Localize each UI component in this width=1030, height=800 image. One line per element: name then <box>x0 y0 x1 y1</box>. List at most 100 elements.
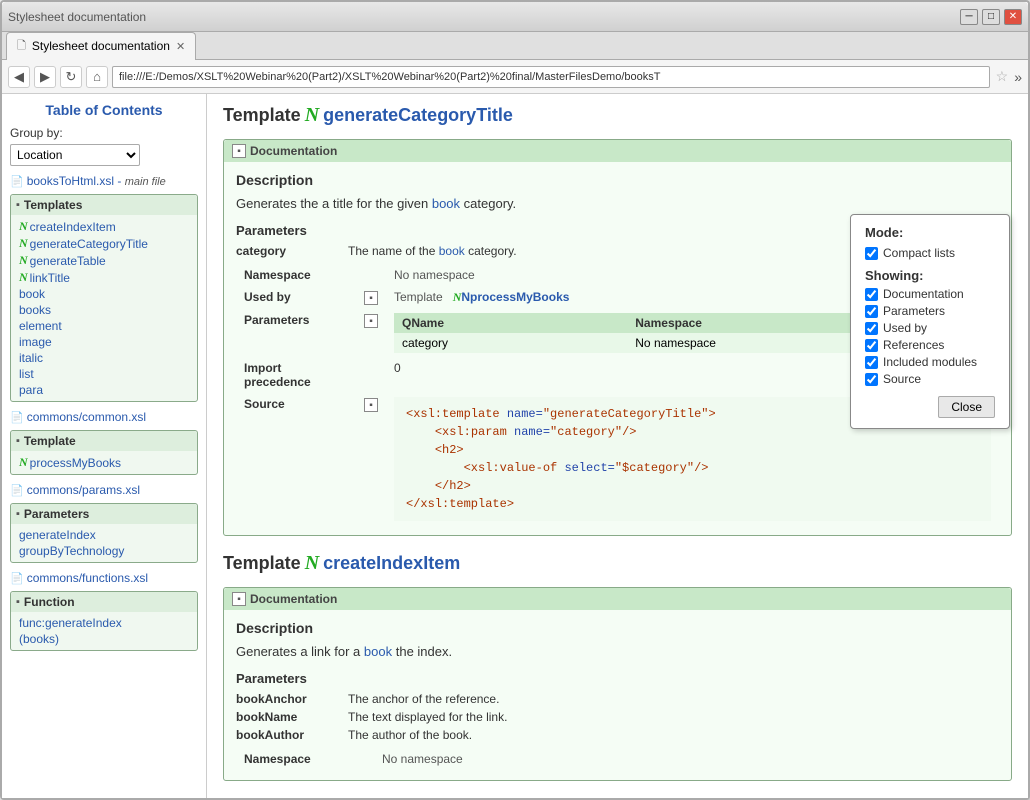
template2-collapse-icon[interactable]: ▪ <box>232 592 246 606</box>
home-button[interactable]: ⌂ <box>86 66 108 88</box>
sidebar-item-func-generateindex[interactable]: func:generateIndex <box>19 615 189 631</box>
sidebar-item-books[interactable]: books <box>19 302 189 318</box>
template2-N-badge: N <box>305 552 319 575</box>
back-button[interactable]: ◀ <box>8 66 30 88</box>
sidebar-item-generateindex[interactable]: generateIndex <box>19 527 189 543</box>
usedby-checkbox[interactable] <box>865 322 878 335</box>
browser-tab[interactable]: 🗋 Stylesheet documentation ✕ <box>6 32 196 60</box>
parameters-label: Parameters <box>883 304 945 318</box>
function-section-header[interactable]: ▪ Function <box>11 592 197 612</box>
template2-title-text: Template <box>223 553 301 574</box>
sidebar-item-groupbytechnology[interactable]: groupByTechnology <box>19 543 189 559</box>
includedmodules-checkbox[interactable] <box>865 356 878 369</box>
compact-lists-checkbox[interactable] <box>865 247 878 260</box>
template1-book-link2[interactable]: book <box>439 244 465 258</box>
file-link-functions[interactable]: commons/functions.xsl <box>27 571 148 585</box>
sidebar-item-list[interactable]: list <box>19 366 189 382</box>
templates-section-header[interactable]: ▪ Templates <box>11 195 197 215</box>
template1-N-badge: N <box>305 104 319 127</box>
minimize-button[interactable]: ─ <box>960 9 978 25</box>
group-by-select[interactable]: Location Name Type <box>10 144 140 166</box>
template2-param-bookname-desc: The text displayed for the link. <box>348 710 507 724</box>
function-section-content: func:generateIndex (books) <box>11 612 197 650</box>
used-by-collapse-icon[interactable]: ▪ <box>364 291 378 305</box>
file-link-common[interactable]: commons/common.xsl <box>27 410 146 424</box>
title-bar: Stylesheet documentation ─ □ ✕ <box>2 2 1028 32</box>
usedby-label: Used by <box>883 321 927 335</box>
refresh-button[interactable]: ↻ <box>60 66 82 88</box>
template2-name[interactable]: createIndexItem <box>323 553 460 574</box>
template2-title: Template N createIndexItem <box>223 552 1012 575</box>
sidebar: Table of Contents Group by: Location Nam… <box>2 94 207 798</box>
template2-param-bookauthor-name: bookAuthor <box>236 728 336 742</box>
used-by-link[interactable]: NprocessMyBooks <box>461 290 569 304</box>
tab-label: Stylesheet documentation <box>32 39 170 53</box>
qname-header: QName <box>394 313 627 333</box>
template2-param-row-bookauthor: bookAuthor The author of the book. <box>236 728 999 742</box>
sidebar-item-element[interactable]: element <box>19 318 189 334</box>
sidebar-item-generatetable[interactable]: N generateTable <box>19 252 189 269</box>
template2-description: Generates a link for a book the index. <box>236 644 999 659</box>
template2-book-link[interactable]: book <box>364 644 392 659</box>
window-controls: ─ □ ✕ <box>960 9 1022 25</box>
file-link-bookstohtml[interactable]: booksToHtml.xsl - main file <box>27 174 166 188</box>
nav-bar: ◀ ▶ ↻ ⌂ ☆ » <box>2 60 1028 94</box>
source-collapse-icon[interactable]: ▪ <box>364 398 378 412</box>
namespace-collapse <box>356 264 386 286</box>
file-link-params[interactable]: commons/params.xsl <box>27 483 140 497</box>
used-by-label: Used by <box>236 286 356 309</box>
parameters-collapse-icon[interactable]: ▪ <box>364 314 378 328</box>
template2-doc-header: ▪ Documentation <box>224 588 1011 610</box>
template1-collapse-icon[interactable]: ▪ <box>232 144 246 158</box>
template2-namespace-row: Namespace No namespace <box>236 748 999 770</box>
parameters-section-content: generateIndex groupByTechnology <box>11 524 197 562</box>
bookmark-star-icon[interactable]: ☆ <box>996 68 1009 85</box>
browser-menu-button[interactable]: » <box>1014 69 1022 85</box>
close-popup-button[interactable]: Close <box>938 396 995 418</box>
source-checkbox[interactable] <box>865 373 878 386</box>
file-icon-params: 📄 <box>10 484 24 497</box>
showing-includedmodules-row: Included modules <box>865 355 995 369</box>
sidebar-item-createindexitem[interactable]: N createIndexItem <box>19 218 189 235</box>
maximize-button[interactable]: □ <box>982 9 1000 25</box>
compact-lists-label: Compact lists <box>883 246 955 260</box>
showing-parameters-row: Parameters <box>865 304 995 318</box>
parameters-section-header[interactable]: ▪ Parameters <box>11 504 197 524</box>
sidebar-item-generatecategorytitle[interactable]: N generateCategoryTitle <box>19 235 189 252</box>
sidebar-file-bookstohtml: 📄 booksToHtml.xsl - main file <box>10 174 198 188</box>
group-by-label: Group by: <box>10 126 198 140</box>
template1-doc-label: Documentation <box>250 144 337 158</box>
template1-description-label: Description <box>236 172 999 188</box>
close-button[interactable]: ✕ <box>1004 9 1022 25</box>
parameters-checkbox[interactable] <box>865 305 878 318</box>
tab-close-button[interactable]: ✕ <box>176 40 185 53</box>
namespace-label: Namespace <box>236 264 356 286</box>
import-label: Import precedence <box>236 357 356 393</box>
sidebar-item-book[interactable]: book <box>19 286 189 302</box>
browser-window: Stylesheet documentation ─ □ ✕ 🗋 Stylesh… <box>0 0 1030 800</box>
documentation-checkbox[interactable] <box>865 288 878 301</box>
template2-param-bookanchor-name: bookAnchor <box>236 692 336 706</box>
sidebar-item-linktitle[interactable]: N linkTitle <box>19 269 189 286</box>
function-section: ▪ Function func:generateIndex (books) <box>10 591 198 651</box>
template-section-common-content: N processMyBooks <box>11 451 197 474</box>
references-checkbox[interactable] <box>865 339 878 352</box>
sidebar-item-italic[interactable]: italic <box>19 350 189 366</box>
tab-page-icon: 🗋 <box>17 37 26 56</box>
sidebar-item-processmybooks[interactable]: N processMyBooks <box>19 454 189 471</box>
template1-book-link[interactable]: book <box>432 196 460 211</box>
file-icon-common: 📄 <box>10 411 24 424</box>
template2-doc-label: Documentation <box>250 592 337 606</box>
compact-lists-row: Compact lists <box>865 246 995 260</box>
forward-button[interactable]: ▶ <box>34 66 56 88</box>
templates-section-label: Templates <box>24 198 82 212</box>
template1-name[interactable]: generateCategoryTitle <box>323 105 513 126</box>
template-section-common-header[interactable]: ▪ Template <box>11 431 197 451</box>
template2-doc-section: ▪ Documentation Description Generates a … <box>223 587 1012 781</box>
showing-usedby-row: Used by <box>865 321 995 335</box>
address-bar[interactable] <box>112 66 990 88</box>
sidebar-item-func-books[interactable]: (books) <box>19 631 189 647</box>
sidebar-item-image[interactable]: image <box>19 334 189 350</box>
sidebar-item-para[interactable]: para <box>19 382 189 398</box>
template2-description-label: Description <box>236 620 999 636</box>
